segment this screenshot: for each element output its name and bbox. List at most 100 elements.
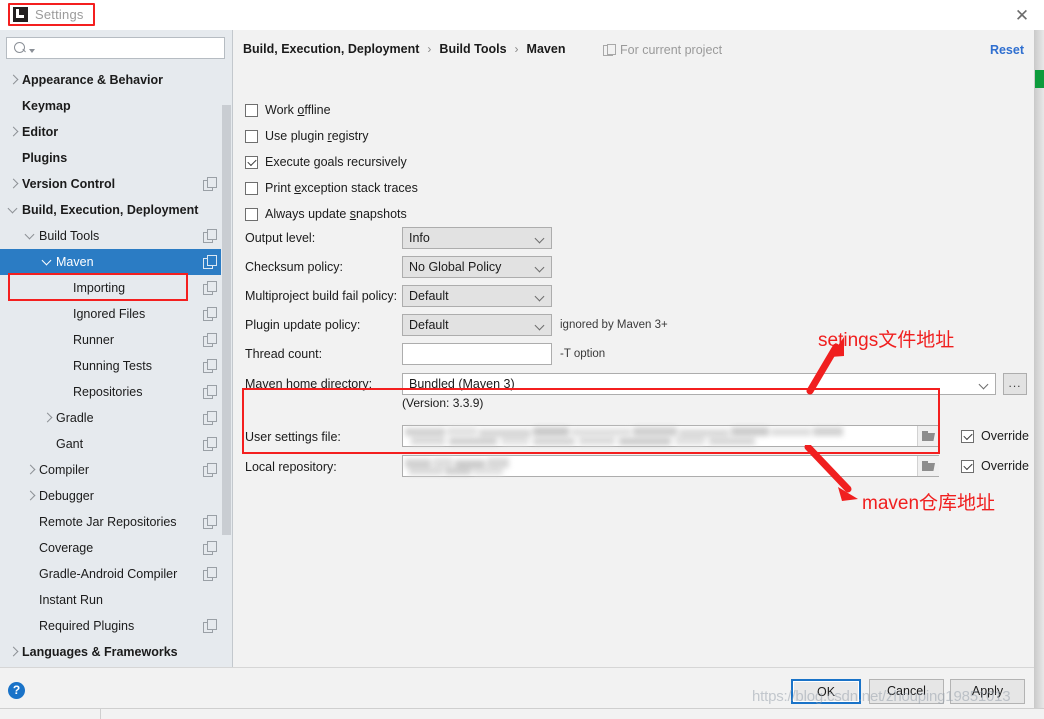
sidebar-item-keymap[interactable]: Keymap: [0, 93, 222, 119]
breadcrumb-item[interactable]: Maven: [527, 42, 566, 56]
checkbox-label: Work offline: [265, 103, 331, 117]
chevron-down-icon: [534, 233, 545, 244]
user-settings-override-row[interactable]: Override: [961, 429, 1029, 443]
title-highlight-box: Settings: [8, 3, 95, 26]
sidebar-item-gant[interactable]: Gant: [0, 431, 222, 457]
chevron-down-icon: [534, 262, 545, 273]
sidebar-item-gradle-android-compiler[interactable]: Gradle-Android Compiler: [0, 561, 222, 587]
sidebar-item-gradle[interactable]: Gradle: [0, 405, 222, 431]
sidebar-item-ignored-files[interactable]: Ignored Files: [0, 301, 222, 327]
background-window-fragment: [1035, 70, 1044, 88]
maven-home-value: Bundled (Maven 3): [409, 377, 515, 391]
sidebar-item-build-tools[interactable]: Build Tools: [0, 223, 222, 249]
search-box[interactable]: [6, 37, 225, 59]
chevron-right-icon[interactable]: [6, 72, 22, 88]
local-repository-override-checkbox[interactable]: [961, 459, 974, 473]
thread-count-input[interactable]: [402, 343, 552, 365]
checkbox-1[interactable]: [245, 129, 258, 143]
chevron-right-icon[interactable]: [6, 176, 22, 192]
checkbox-label-suffix: ffline: [304, 103, 331, 117]
project-scope-icon: [203, 255, 217, 269]
sidebar-scrollbar-thumb[interactable]: [222, 105, 231, 535]
chevron-right-icon[interactable]: [6, 644, 22, 660]
user-settings-override-checkbox[interactable]: [961, 429, 974, 443]
sidebar-item-label: Remote Jar Repositories: [39, 515, 177, 529]
sidebar-item-compiler[interactable]: Compiler: [0, 457, 222, 483]
checkbox-3[interactable]: [245, 181, 258, 195]
project-scope-icon: [203, 437, 217, 451]
sidebar-item-label: Required Plugins: [39, 619, 135, 633]
sidebar-item-label: Running Tests: [73, 359, 152, 373]
reset-link[interactable]: Reset: [990, 43, 1024, 57]
search-input[interactable]: [37, 39, 224, 57]
sidebar-item-maven[interactable]: Maven: [0, 249, 222, 275]
sidebar-item-label: Gradle: [56, 411, 94, 425]
checkbox-row-3[interactable]: Print exception stack traces: [245, 181, 418, 195]
local-repository-browse-button[interactable]: [917, 456, 939, 476]
sidebar-scrollbar-track[interactable]: [221, 67, 232, 667]
chevron-down-icon[interactable]: [40, 254, 56, 270]
checkbox-4[interactable]: [245, 207, 258, 221]
sidebar-item-runner[interactable]: Runner: [0, 327, 222, 353]
plugin-update-policy-combo[interactable]: Default: [402, 314, 552, 336]
chevron-right-icon[interactable]: [40, 410, 56, 426]
sidebar-item-editor[interactable]: Editor: [0, 119, 222, 145]
project-scope-icon: [203, 307, 217, 321]
checkbox-0[interactable]: [245, 103, 258, 117]
sidebar-item-languages-frameworks[interactable]: Languages & Frameworks: [0, 639, 222, 665]
status-strip: [0, 708, 1044, 719]
help-icon[interactable]: ?: [8, 682, 25, 699]
sidebar-item-instant-run[interactable]: Instant Run: [0, 587, 222, 613]
sidebar-item-label: Build, Execution, Deployment: [22, 203, 199, 217]
sidebar-item-importing[interactable]: Importing: [0, 275, 222, 301]
project-scope-icon: [203, 229, 217, 243]
chevron-down-icon: [534, 320, 545, 331]
sidebar-item-remote-jar-repositories[interactable]: Remote Jar Repositories: [0, 509, 222, 535]
breadcrumb-item[interactable]: Build, Execution, Deployment: [243, 42, 419, 56]
checkbox-2[interactable]: [245, 155, 258, 169]
sidebar-item-build-execution-deployment[interactable]: Build, Execution, Deployment: [0, 197, 222, 223]
user-settings-file-input[interactable]: [402, 425, 939, 447]
checkbox-row-4[interactable]: Always update snapshots: [245, 207, 407, 221]
checkbox-label-suffix: xception stack traces: [301, 181, 418, 195]
checkbox-row-2[interactable]: Execute goals recursively: [245, 155, 407, 169]
checkbox-row-1[interactable]: Use plugin registry: [245, 129, 369, 143]
checksum-policy-value: No Global Policy: [409, 260, 502, 274]
maven-home-browse-button[interactable]: ...: [1003, 373, 1027, 395]
thread-count-hint: -T option: [560, 348, 606, 360]
local-repository-override-label: Override: [981, 459, 1029, 473]
sidebar-item-label: Runner: [73, 333, 114, 347]
sidebar-item-debugger[interactable]: Debugger: [0, 483, 222, 509]
maven-home-combo[interactable]: Bundled (Maven 3): [402, 373, 996, 395]
multiproject-policy-combo[interactable]: Default: [402, 285, 552, 307]
chevron-down-icon[interactable]: [6, 202, 22, 218]
sidebar-item-appearance-behavior[interactable]: Appearance & Behavior: [0, 67, 222, 93]
sidebar-item-plugins[interactable]: Plugins: [0, 145, 222, 171]
checksum-policy-combo[interactable]: No Global Policy: [402, 256, 552, 278]
breadcrumb-item[interactable]: Build Tools: [439, 42, 506, 56]
chevron-down-icon[interactable]: [29, 48, 35, 53]
sidebar-item-required-plugins[interactable]: Required Plugins: [0, 613, 222, 639]
sidebar-item-repositories[interactable]: Repositories: [0, 379, 222, 405]
checkbox-label-suffix: egistry: [331, 129, 369, 143]
chevron-down-icon[interactable]: [23, 228, 39, 244]
project-scope-icon: [203, 567, 217, 581]
chevron-right-icon[interactable]: [23, 488, 39, 504]
project-scope-icon: [203, 515, 217, 529]
chevron-right-icon[interactable]: [6, 124, 22, 140]
chevron-right-icon[interactable]: [23, 462, 39, 478]
checkbox-row-0[interactable]: Work offline: [245, 103, 331, 117]
output-level-combo[interactable]: Info: [402, 227, 552, 249]
sidebar-item-coverage[interactable]: Coverage: [0, 535, 222, 561]
background-window-sliver: [1034, 30, 1044, 710]
user-settings-file-browse-button[interactable]: [917, 426, 939, 446]
project-scope-icon: [203, 333, 217, 347]
local-repository-override-row[interactable]: Override: [961, 459, 1029, 473]
sidebar-item-version-control[interactable]: Version Control: [0, 171, 222, 197]
close-icon[interactable]: ✕: [1010, 4, 1034, 28]
intellij-idea-icon: [13, 7, 28, 22]
sidebar-item-running-tests[interactable]: Running Tests: [0, 353, 222, 379]
local-repository-input[interactable]: [402, 455, 939, 477]
